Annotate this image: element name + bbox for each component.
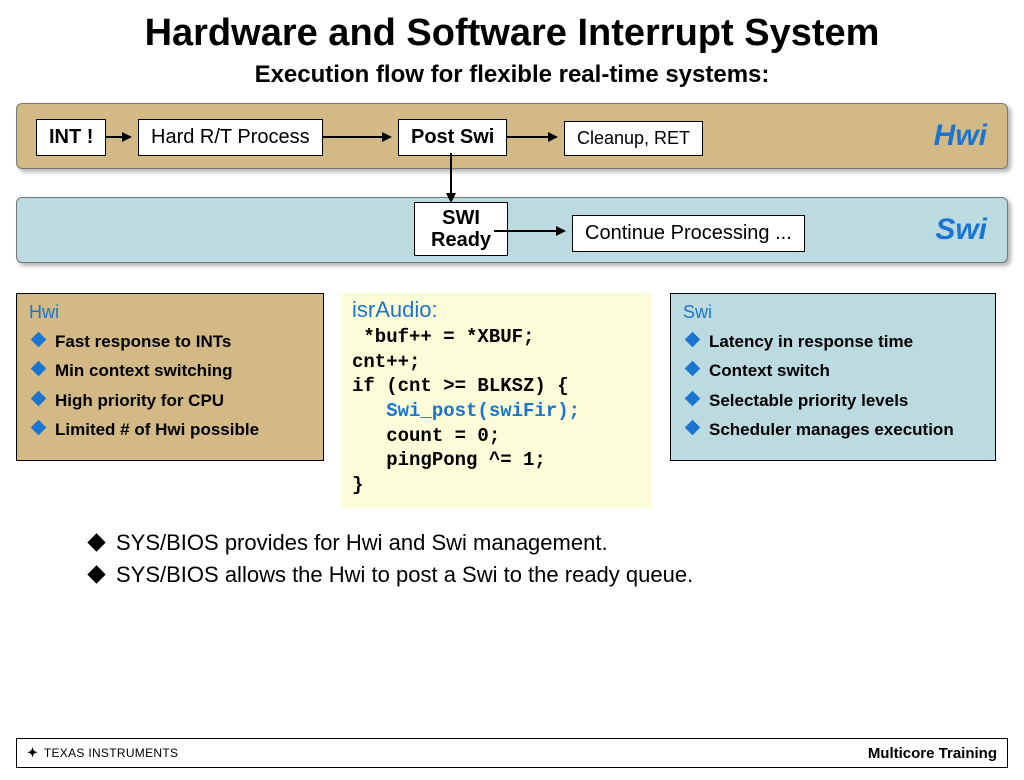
list-item: Limited # of Hwi possible — [33, 419, 313, 440]
node-int: INT ! — [36, 119, 106, 156]
swi-panel-title: Swi — [683, 302, 985, 323]
code-title: isrAudio: — [352, 297, 642, 323]
arrow-down-icon — [450, 153, 452, 201]
list-item: High priority for CPU — [33, 390, 313, 411]
page-subtitle: Execution flow for flexible real-time sy… — [0, 61, 1024, 89]
list-item: SYS/BIOS allows the Hwi to post a Swi to… — [90, 562, 964, 588]
flow-diagram: Hwi Swi INT ! Hard R/T Process Post Swi … — [16, 103, 1008, 283]
page-title: Hardware and Software Interrupt System — [0, 12, 1024, 55]
hwi-panel-title: Hwi — [29, 302, 313, 323]
footer: ✦ TEXAS INSTRUMENTS Multicore Training — [16, 738, 1008, 768]
hwi-panel: Hwi Fast response to INTs Min context sw… — [16, 293, 324, 461]
bottom-bullets: SYS/BIOS provides for Hwi and Swi manage… — [90, 530, 964, 588]
swi-panel: Swi Latency in response time Context swi… — [670, 293, 996, 461]
list-item: Scheduler manages execution — [687, 419, 985, 440]
list-item: SYS/BIOS provides for Hwi and Swi manage… — [90, 530, 964, 556]
arrow-icon — [322, 136, 390, 138]
hwi-lane-label: Hwi — [934, 119, 987, 153]
footer-left: ✦ TEXAS INSTRUMENTS — [27, 745, 178, 761]
arrow-icon — [494, 230, 564, 232]
list-item: Latency in response time — [687, 331, 985, 352]
node-cleanup: Cleanup, RET — [564, 121, 703, 156]
node-continue: Continue Processing ... — [572, 215, 805, 252]
footer-right: Multicore Training — [868, 745, 997, 762]
swi-lane-label: Swi — [935, 213, 987, 247]
arrow-icon — [106, 136, 130, 138]
node-hard-rt: Hard R/T Process — [138, 119, 323, 156]
list-item: Selectable priority levels — [687, 390, 985, 411]
list-item: Min context switching — [33, 360, 313, 381]
arrow-icon — [506, 136, 556, 138]
ti-logo-icon: ✦ — [27, 745, 38, 760]
code-body: *buf++ = *XBUF; cnt++; if (cnt >= BLKSZ)… — [352, 325, 642, 498]
code-panel: isrAudio: *buf++ = *XBUF; cnt++; if (cnt… — [342, 293, 652, 508]
footer-brand: TEXAS INSTRUMENTS — [44, 746, 178, 760]
list-item: Context switch — [687, 360, 985, 381]
node-swi-ready: SWI Ready — [414, 202, 508, 256]
node-post-swi: Post Swi — [398, 119, 507, 156]
panels-row: Hwi Fast response to INTs Min context sw… — [16, 293, 1008, 508]
list-item: Fast response to INTs — [33, 331, 313, 352]
